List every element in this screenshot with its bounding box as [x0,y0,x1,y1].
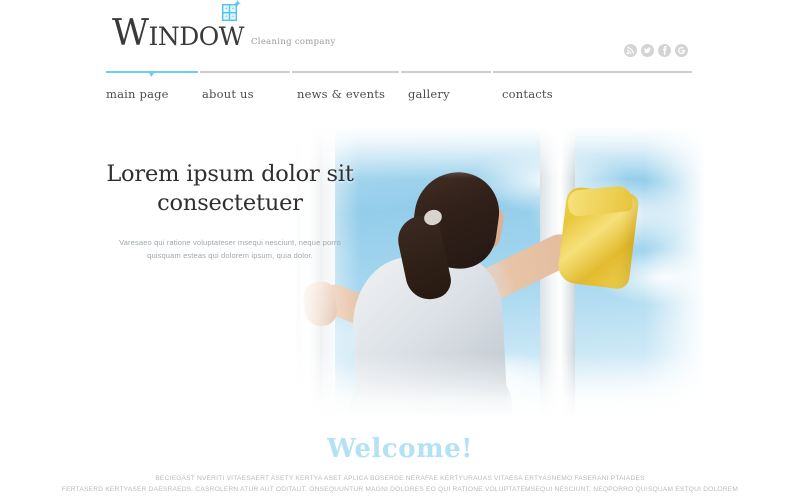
hero-slider: Lorem ipsum dolor sit consectetuer Vares… [0,128,800,416]
page-root: Window Cleaning company main page about … [0,0,800,500]
nav-item-gallery[interactable]: gallery [408,87,502,101]
nav-rule-segment [199,71,291,73]
nav-rule-segment [492,71,692,73]
rss-icon[interactable] [624,44,637,57]
nav-item-list: main page about us news & events gallery… [106,87,602,101]
google-plus-icon[interactable] [675,44,688,57]
logo-tagline: Cleaning company [251,37,336,47]
social-links [624,44,688,57]
intro-paragraph: BECIEGAST NVERITI VITAESAERT ASETY KERTY… [0,474,800,495]
hero-text-block: Lorem ipsum dolor sit consectetuer Vares… [104,160,356,262]
welcome-heading: Welcome! [326,434,474,464]
nav-rule-segment-active [106,71,198,73]
main-navigation: main page about us news & events gallery… [106,71,694,119]
site-logo[interactable]: Window Cleaning company [112,0,336,52]
hero-title: Lorem ipsum dolor sit consectetuer [106,161,354,216]
nav-rule-segment [401,71,491,73]
nav-item-contacts[interactable]: contacts [502,87,602,101]
nav-item-main-page[interactable]: main page [106,87,202,101]
nav-active-marker-icon [149,73,154,77]
intro-line-2: FERTASERD KERTYASER DAESRAEDS. CASROLERN… [61,485,739,493]
hero-description: Varesaeo qui ratione voluptateser msequi… [119,237,341,260]
twitter-icon[interactable] [641,44,654,57]
nav-underline-rule [106,71,694,73]
facebook-icon[interactable] [658,44,671,57]
nav-item-news-events[interactable]: news & events [297,87,408,101]
welcome-section: Welcome! [0,434,800,464]
intro-line-1: BECIEGAST NVERITI VITAESAERT ASETY KERTY… [155,475,645,482]
nav-rule-segment [292,71,399,73]
hero-image [296,128,704,416]
site-header: Window Cleaning company [0,0,800,70]
nav-item-about-us[interactable]: about us [202,87,297,101]
window-pane-sparkle-icon [222,0,241,22]
